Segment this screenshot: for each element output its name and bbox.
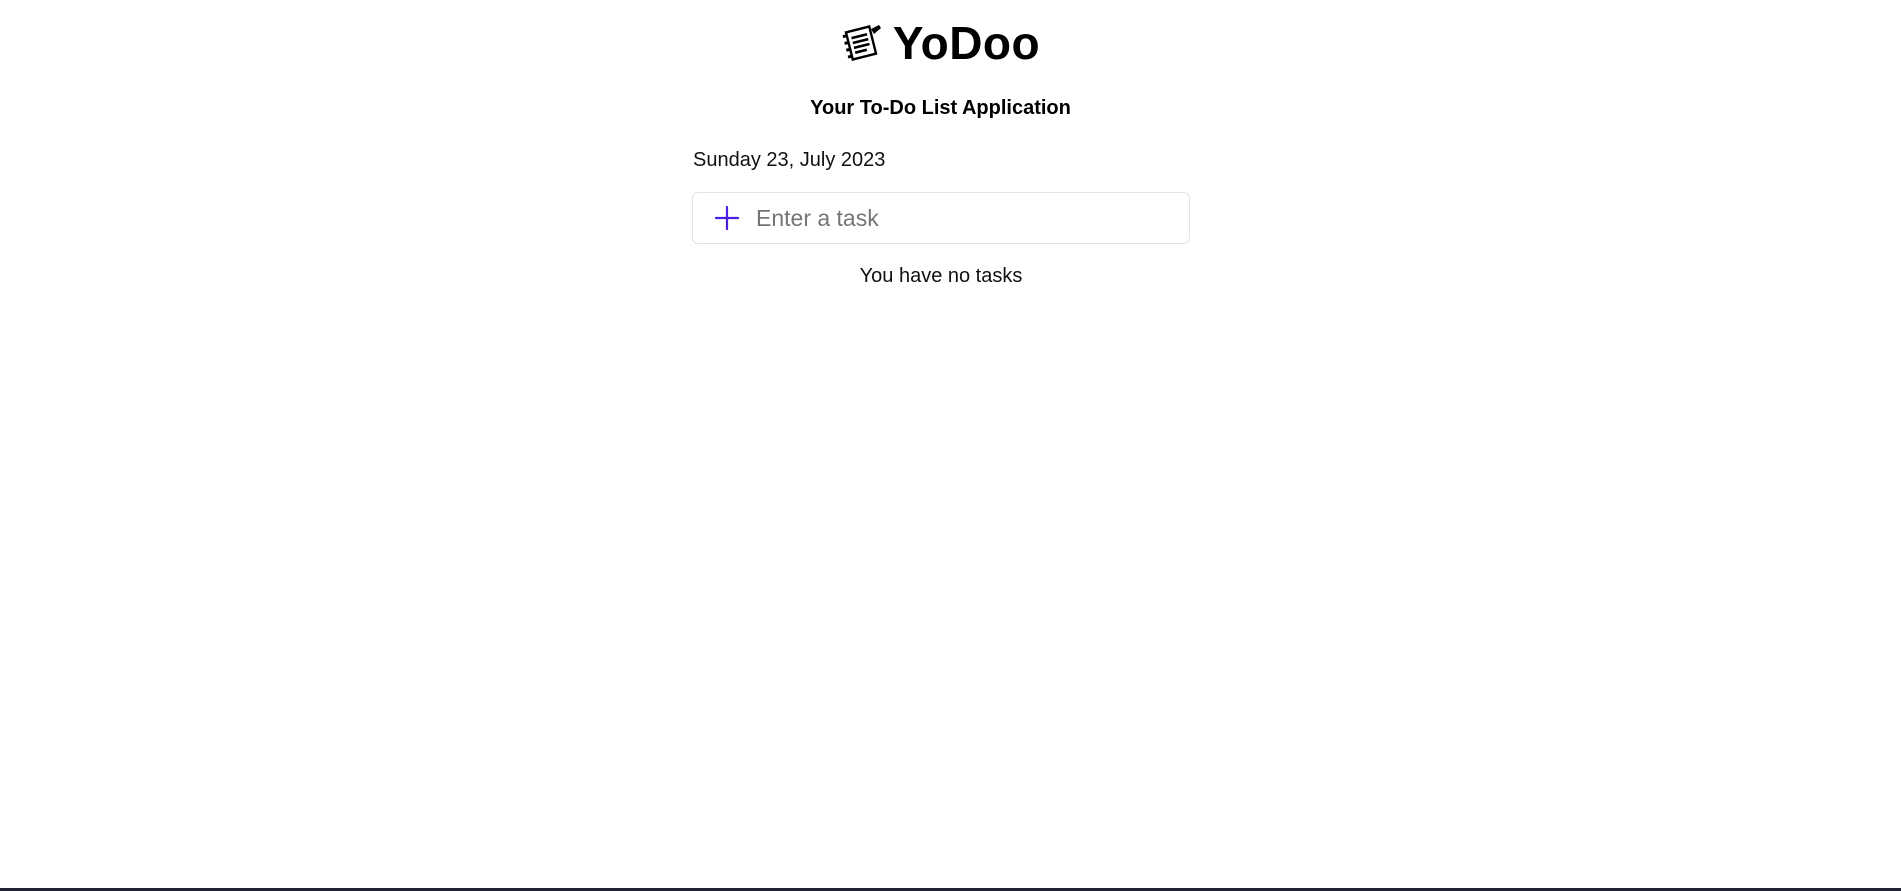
current-date: Sunday 23, July 2023 [693, 149, 886, 171]
app-tagline: Your To-Do List Application [810, 97, 1071, 119]
brand: YoDoo [841, 16, 1040, 70]
notepad-pencil-icon [842, 25, 881, 61]
task-input[interactable] [756, 198, 1189, 238]
app-name: YoDoo [892, 17, 1041, 69]
plus-icon[interactable] [713, 204, 741, 232]
main-content: Sunday 23, July 2023 You have no tasks [692, 147, 1190, 288]
task-entry-box [692, 192, 1190, 244]
app-page: YoDoo Your To-Do List Application Sunday… [0, 0, 1901, 891]
empty-tasks-message: You have no tasks [859, 265, 1023, 287]
app-header: YoDoo Your To-Do List Application [0, 16, 1881, 120]
